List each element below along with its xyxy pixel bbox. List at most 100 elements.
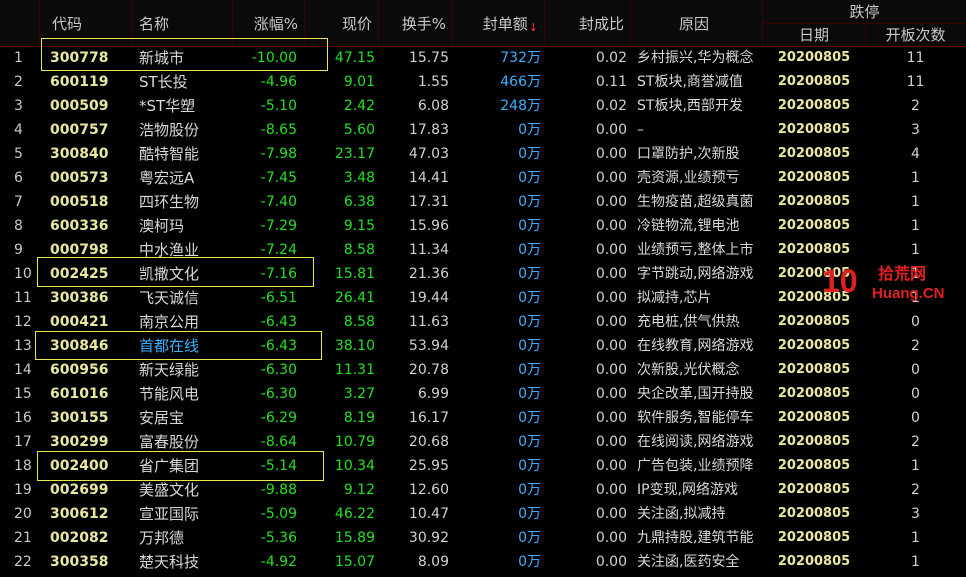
table-row[interactable]: 21 002082 万邦德 -5.36 15.89 30.92 0万 0.00 九鼎持股,建筑节… [0, 526, 966, 550]
stock-code: 000518 [50, 194, 109, 210]
limit-down-date: 20200805 [777, 482, 851, 497]
reason: 软件服务,智能停车 [637, 410, 754, 426]
stock-code: 300778 [50, 50, 109, 66]
limit-down-date: 20200805 [777, 74, 851, 89]
seal-ratio: 0.00 [595, 482, 627, 498]
table-row[interactable]: 5 300840 酷特智能 -7.98 23.17 47.03 0万 0.00 口罩防护,次新股… [0, 142, 966, 166]
seal-amount: 0万 [453, 190, 545, 214]
current-price: 3.27 [343, 386, 375, 402]
row-index: 7 [14, 194, 23, 210]
reason: 九鼎持股,建筑节能 [637, 530, 754, 546]
seal-amount: 0万 [453, 478, 545, 502]
open-count: 1 [911, 170, 920, 186]
seal-amount: 0万 [453, 166, 545, 190]
stock-code: 300358 [50, 554, 109, 570]
seal-amount-value: 0 [518, 338, 527, 354]
reason: 口罩防护,次新股 [637, 146, 740, 162]
table-row[interactable]: 4 000757 浩物股份 -8.65 5.60 17.83 0万 0.00–20200805… [0, 118, 966, 142]
open-count: 2 [911, 482, 920, 498]
seal-ratio: 0.00 [595, 386, 627, 402]
table-row[interactable]: 18 002400 省广集团 -5.14 10.34 25.95 0万 0.00 广告包装,业绩… [0, 454, 966, 478]
seal-amount: 0万 [453, 214, 545, 238]
seal-ratio: 0.00 [595, 266, 627, 282]
stock-code: 600119 [50, 74, 109, 90]
seal-amount-unit: 万 [527, 170, 541, 186]
reason: 字节跳动,网络游戏 [637, 266, 754, 282]
open-count: 11 [906, 74, 925, 90]
open-count: 1 [911, 242, 920, 258]
table-row[interactable]: 9 000798 中水渔业 -7.24 8.58 11.34 0万 0.00 业绩预亏,整体上市… [0, 238, 966, 262]
change-percent: -7.98 [260, 146, 297, 162]
header-date[interactable]: 日期 [763, 23, 866, 46]
turnover-rate: 14.41 [408, 170, 449, 186]
row-index: 21 [14, 530, 32, 546]
limit-down-date: 20200805 [777, 218, 851, 233]
header-code[interactable]: 代码 [40, 0, 133, 46]
table-row[interactable]: 13 300846 首都在线 -6.43 38.10 53.94 0万 0.00 在线教育,网络… [0, 334, 966, 358]
current-price: 15.07 [334, 554, 375, 570]
watermark-text-top: 拾荒网 [878, 264, 926, 283]
header-price[interactable]: 现价 [305, 0, 379, 46]
reason: 业绩预亏,整体上市 [637, 242, 754, 258]
table-row[interactable]: 15 601016 节能风电 -6.30 3.27 6.99 0万 0.00 央企改革,国开持股… [0, 382, 966, 406]
limit-down-date: 20200805 [777, 386, 851, 401]
turnover-rate: 17.83 [408, 122, 449, 138]
change-percent: -8.65 [260, 122, 297, 138]
stock-name: 中水渔业 [139, 241, 200, 259]
header-turnover[interactable]: 换手% [379, 0, 453, 46]
table-row[interactable]: 22 300358 楚天科技 -4.92 15.07 8.09 0万 0.00 关注函,医药安全… [0, 550, 966, 574]
watermark-logo: 10 拾荒网 Huang.CN [820, 262, 960, 302]
header-seal-ratio[interactable]: 封成比 [545, 0, 631, 46]
header-change[interactable]: 涨幅% [233, 0, 305, 46]
header-name[interactable]: 名称 [133, 0, 233, 46]
change-percent: -8.64 [260, 434, 297, 450]
table-row[interactable]: 17 300299 富春股份 -8.64 10.79 20.68 0万 0.00 在线阅读,网络… [0, 430, 966, 454]
change-percent: -10.00 [251, 50, 297, 66]
row-index: 10 [14, 266, 32, 282]
stock-code: 002082 [50, 530, 109, 546]
seal-amount: 0万 [453, 430, 545, 454]
stock-name: 美盛文化 [139, 481, 200, 499]
change-percent: -6.30 [260, 362, 297, 378]
table-row[interactable]: 3 000509 *ST华塑 -5.10 2.42 6.08 248万 0.02 ST板块,西部… [0, 94, 966, 118]
header-open-count[interactable]: 开板次数 [865, 23, 966, 46]
limit-down-date: 20200805 [777, 338, 851, 353]
turnover-rate: 20.68 [408, 434, 449, 450]
table-row[interactable]: 19 002699 美盛文化 -9.88 9.12 12.60 0万 0.00 IP变现,网络游… [0, 478, 966, 502]
current-price: 8.58 [343, 314, 375, 330]
change-percent: -9.88 [260, 482, 297, 498]
change-percent: -7.29 [260, 218, 297, 234]
seal-amount-unit: 万 [527, 194, 541, 210]
table-row[interactable]: 14 600956 新天绿能 -6.30 11.31 20.78 0万 0.00 次新股,光伏概… [0, 358, 966, 382]
stock-code: 000421 [50, 314, 109, 330]
seal-amount: 0万 [453, 358, 545, 382]
open-count: 1 [911, 554, 920, 570]
row-index: 9 [14, 242, 23, 258]
stock-code: 002400 [50, 458, 109, 474]
table-row[interactable]: 8 600336 澳柯玛 -7.29 9.15 15.96 0万 0.00 冷链物流,锂电池 20… [0, 214, 966, 238]
row-index: 11 [14, 290, 32, 306]
turnover-rate: 25.95 [408, 458, 449, 474]
row-index: 15 [14, 386, 32, 402]
seal-ratio: 0.00 [595, 290, 627, 306]
limit-down-date: 20200805 [777, 434, 851, 449]
table-row[interactable]: 12 000421 南京公用 -6.43 8.58 11.63 0万 0.00 充电桩,供气供热… [0, 310, 966, 334]
seal-amount: 248万 [453, 94, 545, 118]
change-percent: -5.36 [260, 530, 297, 546]
stock-name: 凯撒文化 [139, 265, 200, 283]
limit-down-date: 20200805 [777, 194, 851, 209]
stock-name: 浩物股份 [139, 121, 200, 139]
header-seal-amount[interactable]: 封单额 ↓ [453, 0, 545, 46]
table-row[interactable]: 7 000518 四环生物 -7.40 6.38 17.31 0万 0.00 生物疫苗,超级真菌… [0, 190, 966, 214]
table-row[interactable]: 2 600119 ST长投 -4.96 9.01 1.55 466万 0.11 ST板块,商誉减… [0, 70, 966, 94]
header-reason[interactable]: 原因 [631, 0, 763, 46]
table-row[interactable]: 1 300778 新城市 -10.00 47.15 15.75 732万 0.02 乡村振兴,华… [0, 46, 966, 70]
reason: 壳资源,业绩预亏 [637, 170, 740, 186]
stock-name: ST长投 [139, 73, 188, 91]
turnover-rate: 6.08 [417, 98, 449, 114]
seal-ratio: 0.00 [595, 530, 627, 546]
table-row[interactable]: 16 300155 安居宝 -6.29 8.19 16.17 0万 0.00 软件服务,智能停车… [0, 406, 966, 430]
table-row[interactable]: 6 000573 粤宏远A -7.45 3.48 14.41 0万 0.00 壳资源,业绩预亏 2… [0, 166, 966, 190]
table-row[interactable]: 20 300612 宣亚国际 -5.09 46.22 10.47 0万 0.00 关注函,拟减持… [0, 502, 966, 526]
open-count: 2 [911, 98, 920, 114]
